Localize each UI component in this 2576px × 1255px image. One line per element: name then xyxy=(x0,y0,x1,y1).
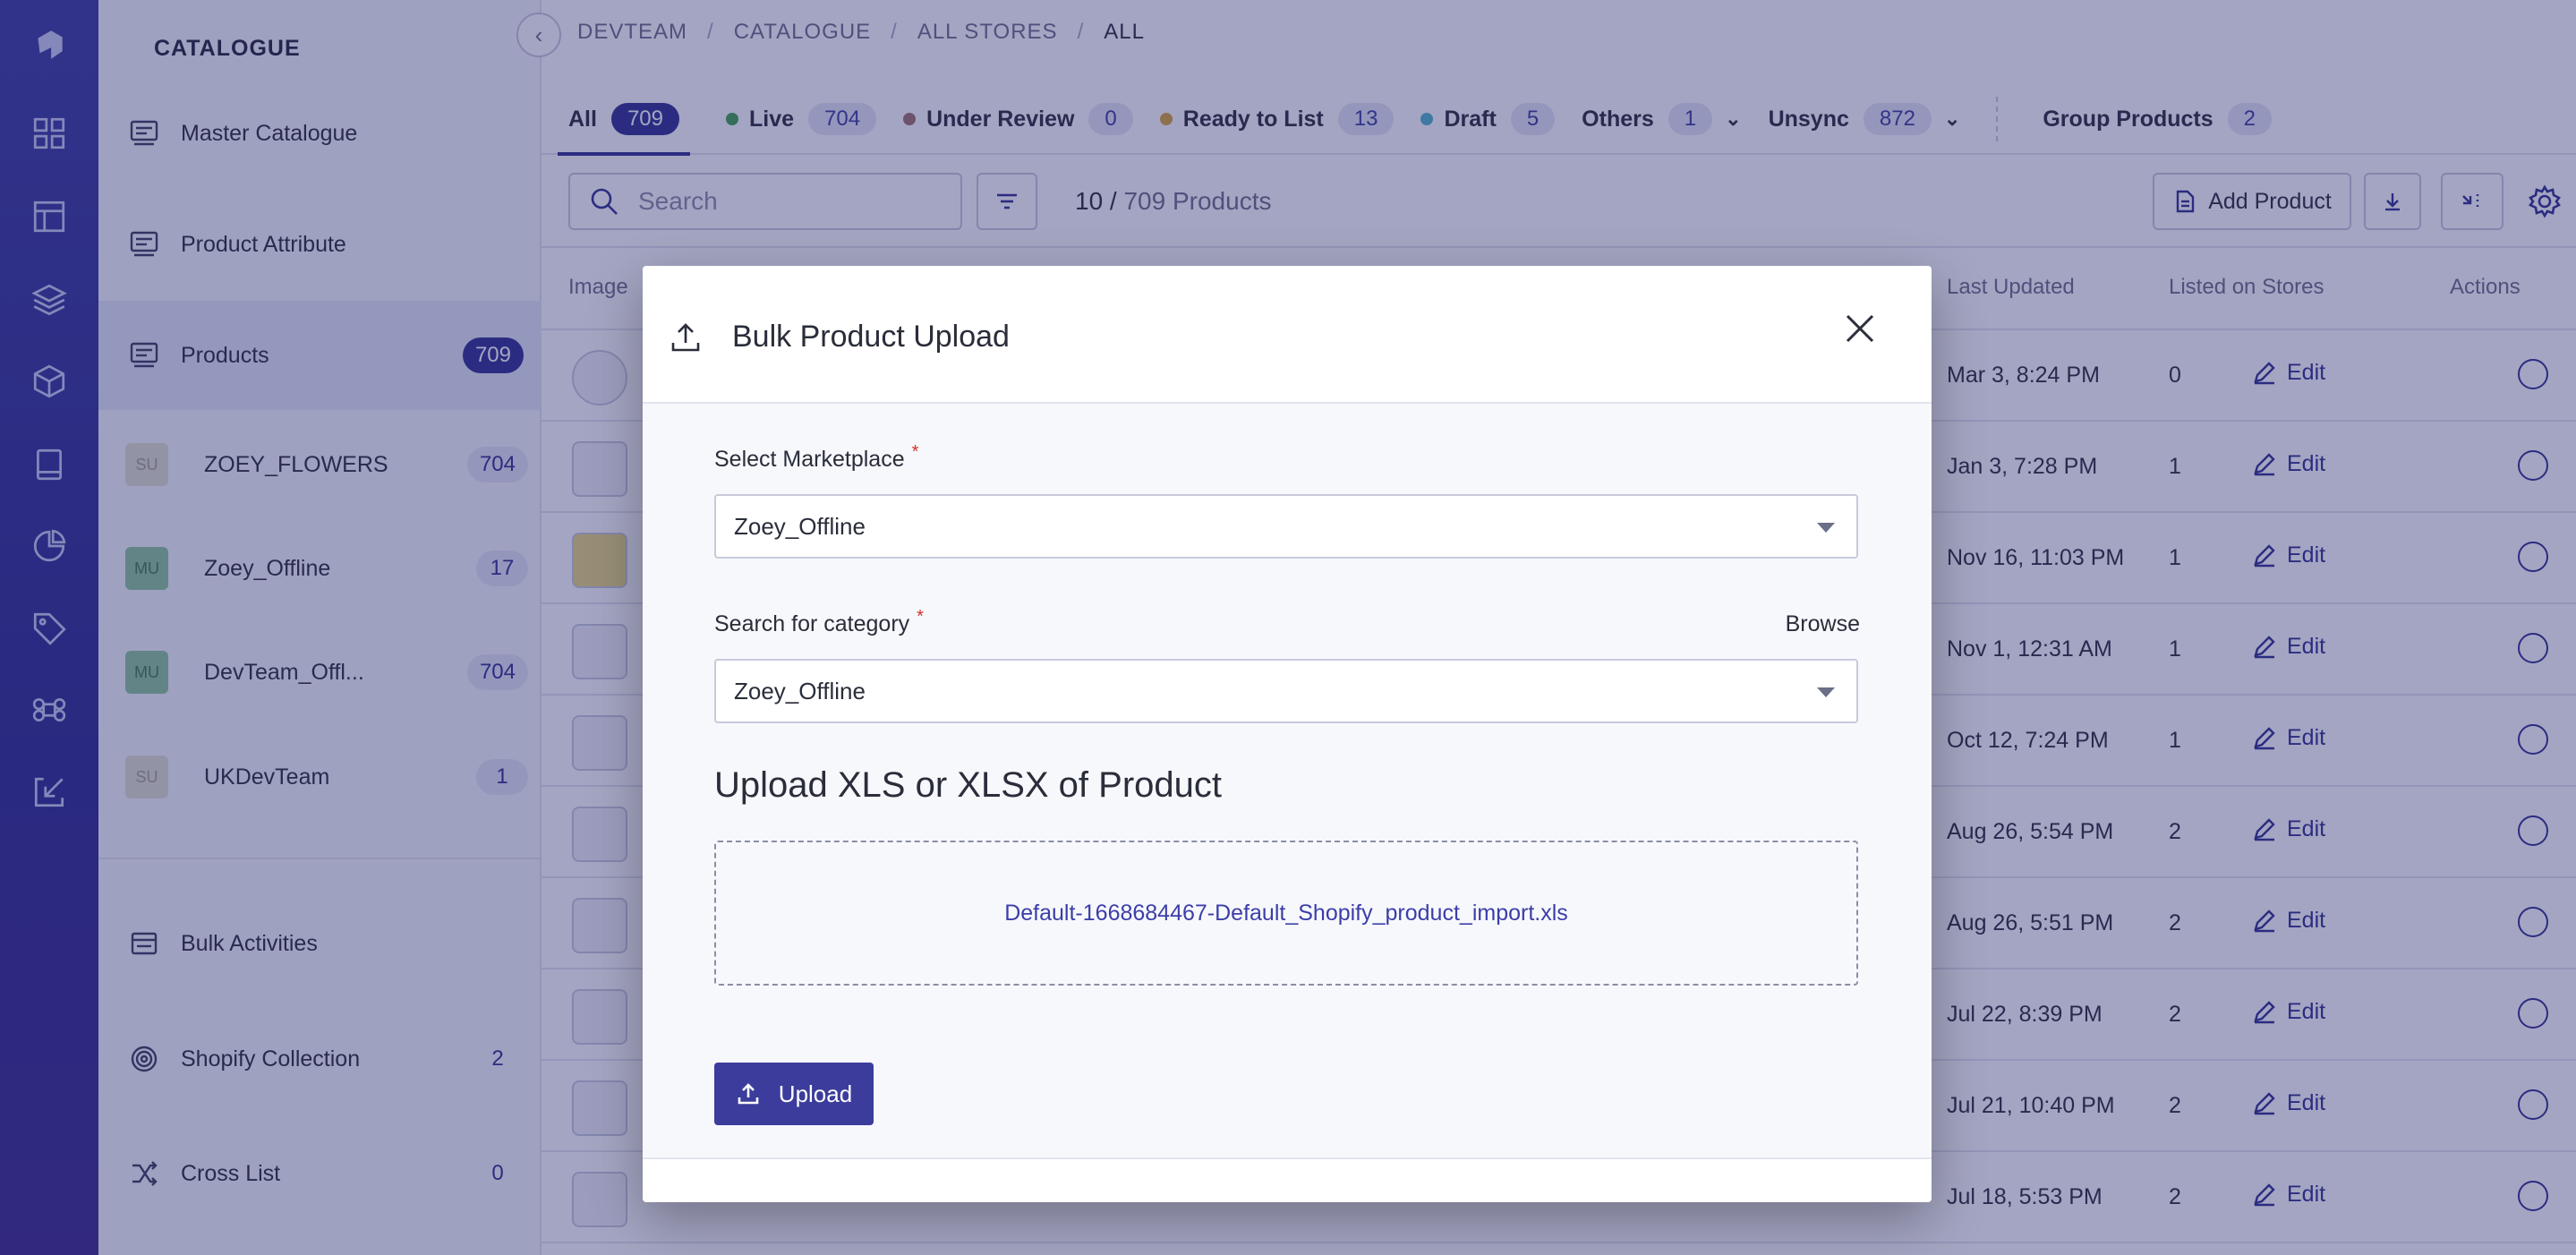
required-mark: * xyxy=(911,442,919,462)
upload-section-title: Upload XLS or XLSX of Product xyxy=(714,765,1222,805)
upload-icon xyxy=(668,320,704,355)
file-dropzone[interactable]: Default-1668684467-Default_Shopify_produ… xyxy=(714,841,1858,986)
marketplace-label: Select Marketplace * xyxy=(714,442,918,473)
close-icon[interactable] xyxy=(1840,309,1880,348)
category-label: Search for category * xyxy=(714,607,924,637)
modal-header: Bulk Product Upload xyxy=(643,266,1932,404)
upload-button-label: Upload xyxy=(778,1080,853,1107)
caret-down-icon xyxy=(1817,687,1835,697)
caret-down-icon xyxy=(1817,523,1835,533)
modal-title: Bulk Product Upload xyxy=(732,320,1010,354)
upload-icon xyxy=(738,1083,759,1105)
selected-file-name: Default-1668684467-Default_Shopify_produ… xyxy=(1004,900,1568,926)
category-select[interactable]: Zoey_Offline xyxy=(714,659,1858,723)
category-value: Zoey_Offline xyxy=(734,677,866,704)
browse-link[interactable]: Browse xyxy=(1786,611,1860,637)
bulk-upload-modal: Bulk Product Upload Select Marketplace * … xyxy=(643,266,1932,1202)
category-label-text: Search for category xyxy=(714,611,910,636)
marketplace-value: Zoey_Offline xyxy=(734,512,866,540)
required-mark: * xyxy=(917,607,924,627)
upload-button[interactable]: Upload xyxy=(714,1063,874,1125)
modal-body: Select Marketplace * Zoey_Offline Search … xyxy=(643,404,1932,1159)
marketplace-label-text: Select Marketplace xyxy=(714,447,905,472)
marketplace-select[interactable]: Zoey_Offline xyxy=(714,494,1858,559)
